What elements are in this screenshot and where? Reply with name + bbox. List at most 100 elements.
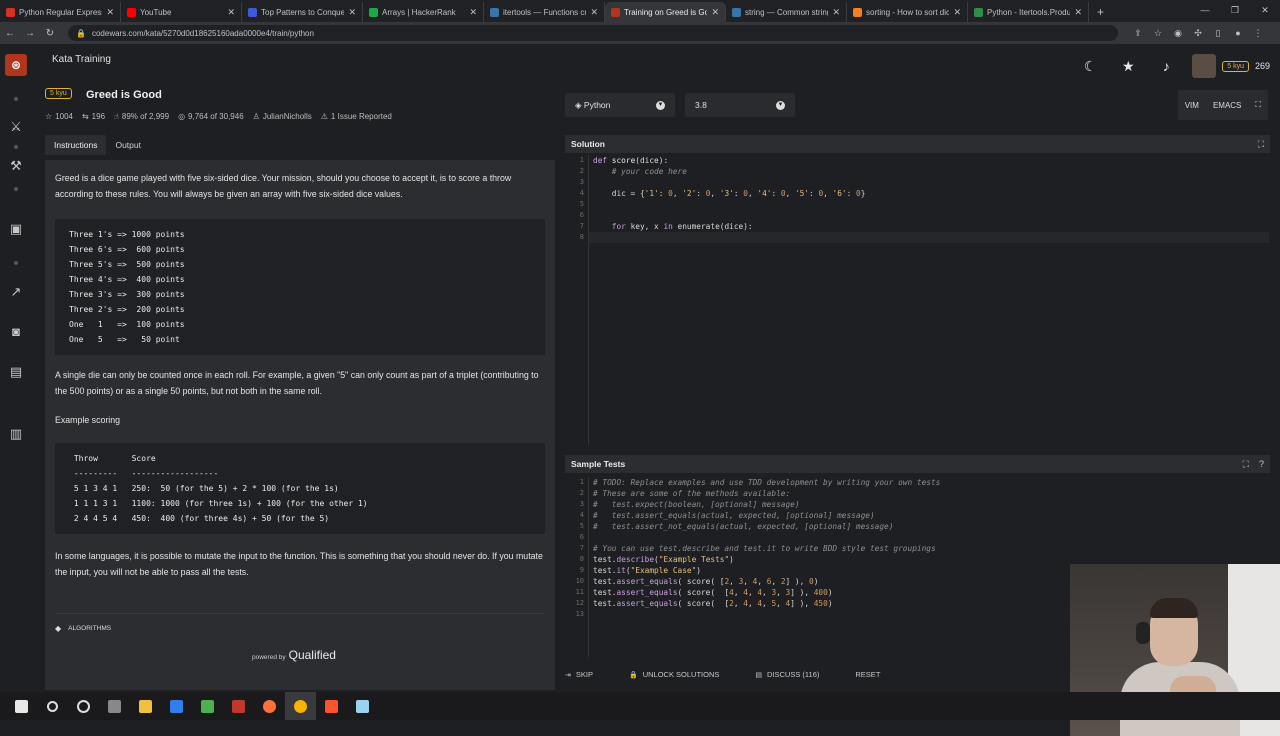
- cortana-icon[interactable]: [68, 692, 99, 720]
- discord-icon[interactable]: ◙: [8, 324, 24, 340]
- expand-icon[interactable]: ⛶: [1243, 459, 1249, 470]
- kata-tabs: Instructions Output: [45, 135, 150, 155]
- thumbs-up-icon: ☝: [114, 112, 119, 121]
- version-value: 3.8: [695, 100, 707, 110]
- vim-mode-button[interactable]: VIM: [1178, 101, 1206, 110]
- close-window-icon[interactable]: ✕: [1250, 0, 1280, 20]
- file-explorer-icon[interactable]: [130, 692, 161, 720]
- chrome-icon[interactable]: [285, 692, 316, 720]
- close-tab-icon[interactable]: ✕: [348, 7, 356, 18]
- minimize-icon[interactable]: —: [1190, 0, 1220, 20]
- browser-tab-title: itertools — Functions cre: [503, 7, 587, 17]
- close-tab-icon[interactable]: ✕: [1074, 7, 1082, 18]
- stat-author[interactable]: ♙ JulianNicholls: [253, 112, 312, 121]
- stat-votes[interactable]: ⇆ 196: [82, 112, 105, 121]
- favicon-icon: [974, 7, 983, 17]
- terminal-icon[interactable]: [192, 692, 223, 720]
- example-code-block: Throw Score --------- ------------------…: [55, 443, 545, 534]
- language-select[interactable]: ◈ Python ▼: [565, 93, 675, 117]
- solution-editor[interactable]: 12345678 def score(dice): # your code he…: [565, 155, 1270, 445]
- stat-completed: ◎ 9,764 of 30,946: [178, 112, 244, 121]
- emacs-mode-button[interactable]: EMACS: [1206, 101, 1248, 110]
- sample-tests-code: # TODO: Replace examples and use TDD dev…: [593, 478, 941, 608]
- close-tab-icon[interactable]: ✕: [953, 7, 961, 18]
- sidebar-icon[interactable]: ▯: [1208, 28, 1228, 39]
- start-icon[interactable]: [6, 692, 37, 720]
- code-line: One 5 => 50 point: [69, 335, 180, 344]
- notification-bell-icon[interactable]: ♪: [1154, 58, 1178, 74]
- help-icon[interactable]: ?: [1259, 459, 1264, 470]
- profile-icon[interactable]: ●: [1228, 28, 1248, 39]
- share-icon[interactable]: ⇪: [1128, 28, 1148, 39]
- docs-icon[interactable]: ▥: [8, 426, 24, 442]
- tab-output[interactable]: Output: [106, 135, 150, 155]
- bookmark-star-icon[interactable]: ☆: [1148, 28, 1168, 39]
- browser-tab[interactable]: YouTube ✕: [121, 2, 242, 22]
- avatar[interactable]: [1192, 54, 1217, 78]
- brave-icon[interactable]: [316, 692, 347, 720]
- close-tab-icon[interactable]: ✕: [227, 7, 235, 18]
- code-line: 1 1 1 3 1 1100: 1000 (for three 1s) + 10…: [69, 499, 368, 508]
- browser-tab[interactable]: Python Regular Expressio ✕: [0, 2, 121, 22]
- tag-row: ◆ ALGORITHMS: [55, 613, 545, 633]
- browser-tab[interactable]: string — Common string ✕: [726, 2, 847, 22]
- unlock-solutions-button[interactable]: 🔒 UNLOCK SOLUTIONS: [629, 670, 737, 679]
- browser-tab[interactable]: Training on Greed is Goo ✕: [605, 2, 726, 22]
- tab-instructions[interactable]: Instructions: [45, 135, 107, 155]
- expand-icon[interactable]: ⛶: [1258, 139, 1264, 150]
- codewars-logo-icon[interactable]: ⊛: [5, 54, 27, 76]
- app-icon[interactable]: [223, 692, 254, 720]
- dark-mode-icon[interactable]: ☾: [1078, 58, 1102, 75]
- url-field[interactable]: 🔒 codewars.com/kata/5270d0d18625160ada00…: [68, 25, 1118, 41]
- close-tab-icon[interactable]: ✕: [590, 7, 598, 18]
- search-icon[interactable]: [37, 692, 68, 720]
- chat-icon[interactable]: ▤: [8, 364, 24, 380]
- qualified-logo[interactable]: Qualified: [289, 648, 336, 662]
- version-select[interactable]: 3.8 ▼: [685, 93, 795, 117]
- user-rank-badge: 5 kyu: [1222, 60, 1249, 72]
- code-line: Three 6's => 600 points: [69, 245, 185, 254]
- stat-issues[interactable]: ⚠ 1 Issue Reported: [321, 112, 392, 121]
- vscode-icon[interactable]: [161, 692, 192, 720]
- notepad-icon[interactable]: [347, 692, 378, 720]
- browser-tab[interactable]: sorting - How to sort dic ✕: [847, 2, 968, 22]
- restore-icon[interactable]: ❐: [1220, 0, 1250, 20]
- back-icon[interactable]: ←: [0, 28, 20, 39]
- puzzle-icon[interactable]: ✣: [1188, 28, 1208, 39]
- browser-tab-title: Top Patterns to Conquer: [261, 7, 345, 17]
- close-tab-icon[interactable]: ✕: [711, 7, 719, 18]
- leaderboard-icon[interactable]: ▣: [8, 221, 24, 237]
- kumite-icon[interactable]: ⚒: [8, 158, 24, 174]
- close-tab-icon[interactable]: ✕: [832, 7, 840, 18]
- star-icon: ☆: [45, 112, 53, 121]
- firefox-icon[interactable]: [254, 692, 285, 720]
- practice-icon[interactable]: ⚔: [8, 119, 24, 135]
- fullscreen-icon[interactable]: ⛶: [1248, 100, 1268, 110]
- kata-kyu-badge: 5 kyu: [45, 88, 72, 99]
- browser-tab[interactable]: Top Patterns to Conquer ✕: [242, 2, 363, 22]
- lock-icon: 🔒: [628, 671, 638, 679]
- new-tab-button[interactable]: +: [1089, 2, 1112, 22]
- extension-icon[interactable]: ◉: [1168, 28, 1188, 39]
- mutate-paragraph: In some languages, it is possible to mut…: [55, 551, 543, 577]
- nav-dot: [14, 145, 18, 149]
- bookmark-icon[interactable]: ★: [1116, 58, 1140, 75]
- skip-icon: ⇥: [565, 671, 571, 679]
- forward-icon[interactable]: →: [20, 28, 40, 39]
- rules-code-block: Three 1's => 1000 points Three 6's => 600…: [55, 219, 545, 355]
- webcam-person-hair: [1150, 598, 1198, 618]
- reload-icon[interactable]: ↻: [40, 28, 60, 39]
- reset-button[interactable]: RESET: [855, 670, 880, 679]
- discuss-button[interactable]: ▤ DISCUSS (116): [755, 670, 837, 679]
- close-tab-icon[interactable]: ✕: [106, 7, 114, 18]
- browser-tab[interactable]: itertools — Functions cre ✕: [484, 2, 605, 22]
- skip-button[interactable]: ⇥ SKIP: [565, 670, 611, 679]
- menu-icon[interactable]: ⋮: [1248, 28, 1268, 39]
- task-view-icon[interactable]: [99, 692, 130, 720]
- tag-algorithms[interactable]: ALGORITHMS: [68, 625, 111, 632]
- trend-icon[interactable]: ↗: [8, 284, 24, 300]
- stat-favorites[interactable]: ☆ 1004: [45, 112, 73, 121]
- browser-tab[interactable]: Python - Itertools.Produ ✕: [968, 2, 1089, 22]
- close-tab-icon[interactable]: ✕: [469, 7, 477, 18]
- browser-tab[interactable]: Arrays | HackerRank ✕: [363, 2, 484, 22]
